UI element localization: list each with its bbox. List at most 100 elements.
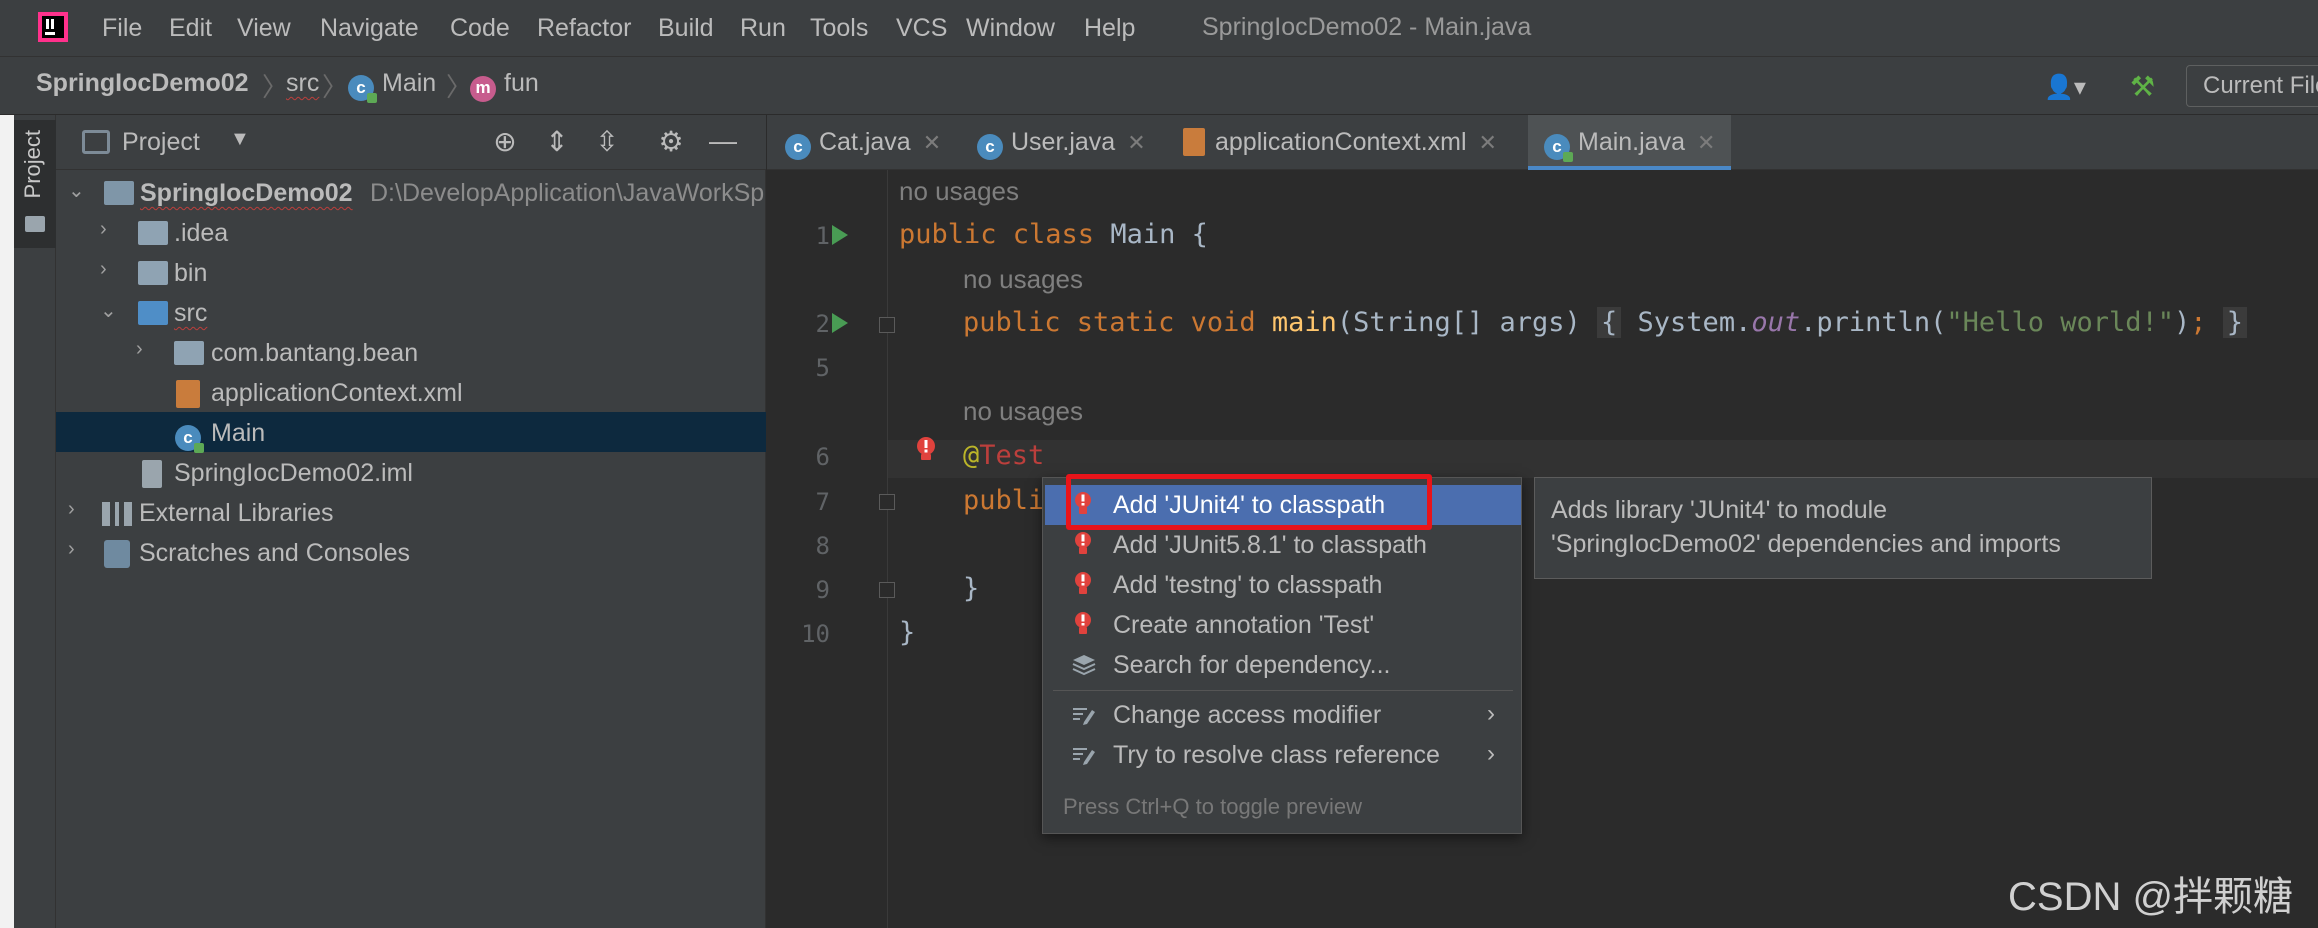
menu-code[interactable]: Code: [450, 14, 510, 43]
breadcrumb-class[interactable]: c Main: [348, 69, 436, 103]
run-method-icon[interactable]: [832, 313, 848, 333]
action-search-dependency[interactable]: Search for dependency...: [1045, 645, 1521, 685]
tree-item-scratches[interactable]: › Scratches and Consoles: [56, 532, 766, 572]
tree-item-external-libraries[interactable]: › External Libraries: [56, 492, 766, 532]
chevron-down-icon[interactable]: ⌄: [68, 178, 85, 203]
action-label: Change access modifier: [1113, 701, 1382, 729]
gear-icon[interactable]: ⚙: [654, 125, 688, 158]
navigation-bar: SpringIocDemo02 〉 src 〉 c Main 〉 m fun 👤▾ …: [0, 57, 2318, 115]
usage-hint[interactable]: no usages: [963, 396, 1083, 427]
menu-tools[interactable]: Tools: [810, 14, 868, 43]
tree-item-label: SpringIocDemo02.iml: [174, 459, 413, 487]
build-hammer-icon[interactable]: ⚒: [2130, 70, 2162, 102]
tab-application-context-xml[interactable]: applicationContext.xml ✕: [1183, 115, 1497, 170]
collapse-all-icon[interactable]: ⇳: [590, 125, 624, 158]
window-edge: [0, 115, 14, 928]
line-number: 9: [815, 576, 830, 604]
breadcrumb-project[interactable]: SpringIocDemo02: [36, 69, 249, 98]
menu-edit[interactable]: Edit: [169, 14, 212, 43]
chevron-down-icon[interactable]: ▼: [230, 128, 250, 151]
menu-navigate[interactable]: Navigate: [320, 14, 419, 43]
chevron-right-icon[interactable]: ›: [100, 258, 107, 281]
highlight-annotation-box: [1066, 474, 1432, 530]
tab-main-java[interactable]: c Main.java ✕: [1528, 115, 1732, 170]
tree-item-iml[interactable]: SpringIocDemo02.iml: [56, 452, 766, 492]
popup-footer-hint: Press Ctrl+Q to toggle preview: [1063, 794, 1362, 819]
tree-item-label: SpringIocDemo02: [140, 179, 353, 207]
class-icon: c: [348, 75, 377, 103]
code-line-1: public class Main {: [899, 219, 1208, 250]
menu-run[interactable]: Run: [740, 14, 786, 43]
chevron-right-icon: ›: [1487, 700, 1495, 727]
action-add-testng[interactable]: Add 'testng' to classpath: [1045, 565, 1521, 605]
tree-item-project-root[interactable]: ⌄ SpringIocDemo02 D:\DevelopApplication\…: [56, 172, 766, 212]
chevron-down-icon[interactable]: ⌄: [100, 298, 117, 323]
expand-all-icon[interactable]: ⇕: [540, 125, 574, 158]
fold-marker-icon[interactable]: [879, 582, 895, 598]
close-icon[interactable]: ✕: [1127, 130, 1145, 155]
breadcrumb-method[interactable]: m fun: [470, 69, 539, 102]
tab-cat-java[interactable]: c Cat.java ✕: [785, 115, 941, 170]
menu-file[interactable]: File: [102, 14, 142, 43]
tree-item-label: External Libraries: [139, 499, 334, 527]
hide-minus-icon[interactable]: —: [706, 125, 740, 157]
tree-item-label: .idea: [174, 219, 229, 247]
run-config-selector[interactable]: Current File: [2186, 65, 2318, 107]
action-preview-tooltip: Adds library 'JUnit4' to module 'SpringI…: [1534, 477, 2152, 579]
tab-user-java[interactable]: c User.java ✕: [977, 115, 1146, 170]
current-line-highlight: [888, 440, 2318, 478]
run-class-icon[interactable]: [832, 225, 848, 245]
tree-item-src[interactable]: ⌄ src: [56, 292, 766, 332]
chevron-right-icon[interactable]: ›: [100, 218, 107, 241]
tab-label: User.java: [1011, 128, 1116, 156]
menu-build[interactable]: Build: [658, 14, 714, 43]
chevron-right-icon[interactable]: ›: [68, 538, 75, 561]
xml-file-icon: [176, 380, 200, 408]
tree-item-path: D:\DevelopApplication\JavaWorkSp: [370, 179, 765, 207]
library-icon: [102, 502, 132, 526]
source-folder-icon: [138, 301, 168, 325]
tree-item-bin[interactable]: › bin: [56, 252, 766, 292]
module-folder-icon: [104, 181, 134, 205]
folder-icon: [138, 221, 168, 245]
menu-view[interactable]: View: [237, 14, 291, 43]
usage-hint[interactable]: no usages: [899, 176, 1019, 207]
error-bulb-icon[interactable]: [914, 436, 938, 464]
chevron-right-icon[interactable]: ›: [68, 498, 75, 521]
menu-window[interactable]: Window: [966, 14, 1055, 43]
menu-vcs[interactable]: VCS: [896, 14, 947, 43]
close-icon[interactable]: ✕: [923, 130, 941, 155]
intellij-logo-icon[interactable]: [36, 10, 70, 44]
project-view-icon: [82, 130, 110, 154]
close-icon[interactable]: ✕: [1479, 130, 1497, 155]
locate-crosshair-icon[interactable]: ⊕: [488, 125, 522, 158]
chevron-right-icon[interactable]: ›: [136, 338, 143, 361]
tree-item-application-context[interactable]: applicationContext.xml: [56, 372, 766, 412]
chevron-right-icon: ›: [1487, 740, 1495, 767]
action-change-access-modifier[interactable]: Change access modifier ›: [1045, 695, 1521, 735]
action-label: Add 'JUnit5.8.1' to classpath: [1113, 531, 1427, 559]
scratches-icon: [104, 540, 130, 568]
action-resolve-class-reference[interactable]: Try to resolve class reference ›: [1045, 735, 1521, 775]
tree-item-idea[interactable]: › .idea: [56, 212, 766, 252]
close-icon[interactable]: ✕: [1697, 130, 1715, 155]
package-icon: [174, 341, 204, 365]
class-icon: c: [785, 134, 811, 160]
tree-item-main[interactable]: c Main: [56, 412, 766, 453]
line-number: 8: [815, 532, 830, 560]
breadcrumb-src[interactable]: src: [286, 69, 319, 98]
action-create-annotation[interactable]: Create annotation 'Test': [1045, 605, 1521, 645]
tooltip-line: 'SpringIocDemo02' dependencies and impor…: [1551, 530, 2061, 558]
account-icon[interactable]: 👤▾: [2044, 73, 2096, 101]
action-add-junit5[interactable]: Add 'JUnit5.8.1' to classpath: [1045, 525, 1521, 565]
fold-marker-icon[interactable]: [879, 317, 895, 333]
tree-item-label: applicationContext.xml: [211, 379, 463, 407]
menu-help[interactable]: Help: [1084, 14, 1135, 43]
menu-refactor[interactable]: Refactor: [537, 14, 631, 43]
usage-hint[interactable]: no usages: [963, 264, 1083, 295]
fold-marker-icon[interactable]: [879, 494, 895, 510]
project-view-selector[interactable]: Project: [122, 128, 200, 157]
tree-item-package[interactable]: › com.bantang.bean: [56, 332, 766, 372]
error-bulb-icon: [1075, 572, 1091, 594]
action-label: Add 'testng' to classpath: [1113, 571, 1383, 599]
